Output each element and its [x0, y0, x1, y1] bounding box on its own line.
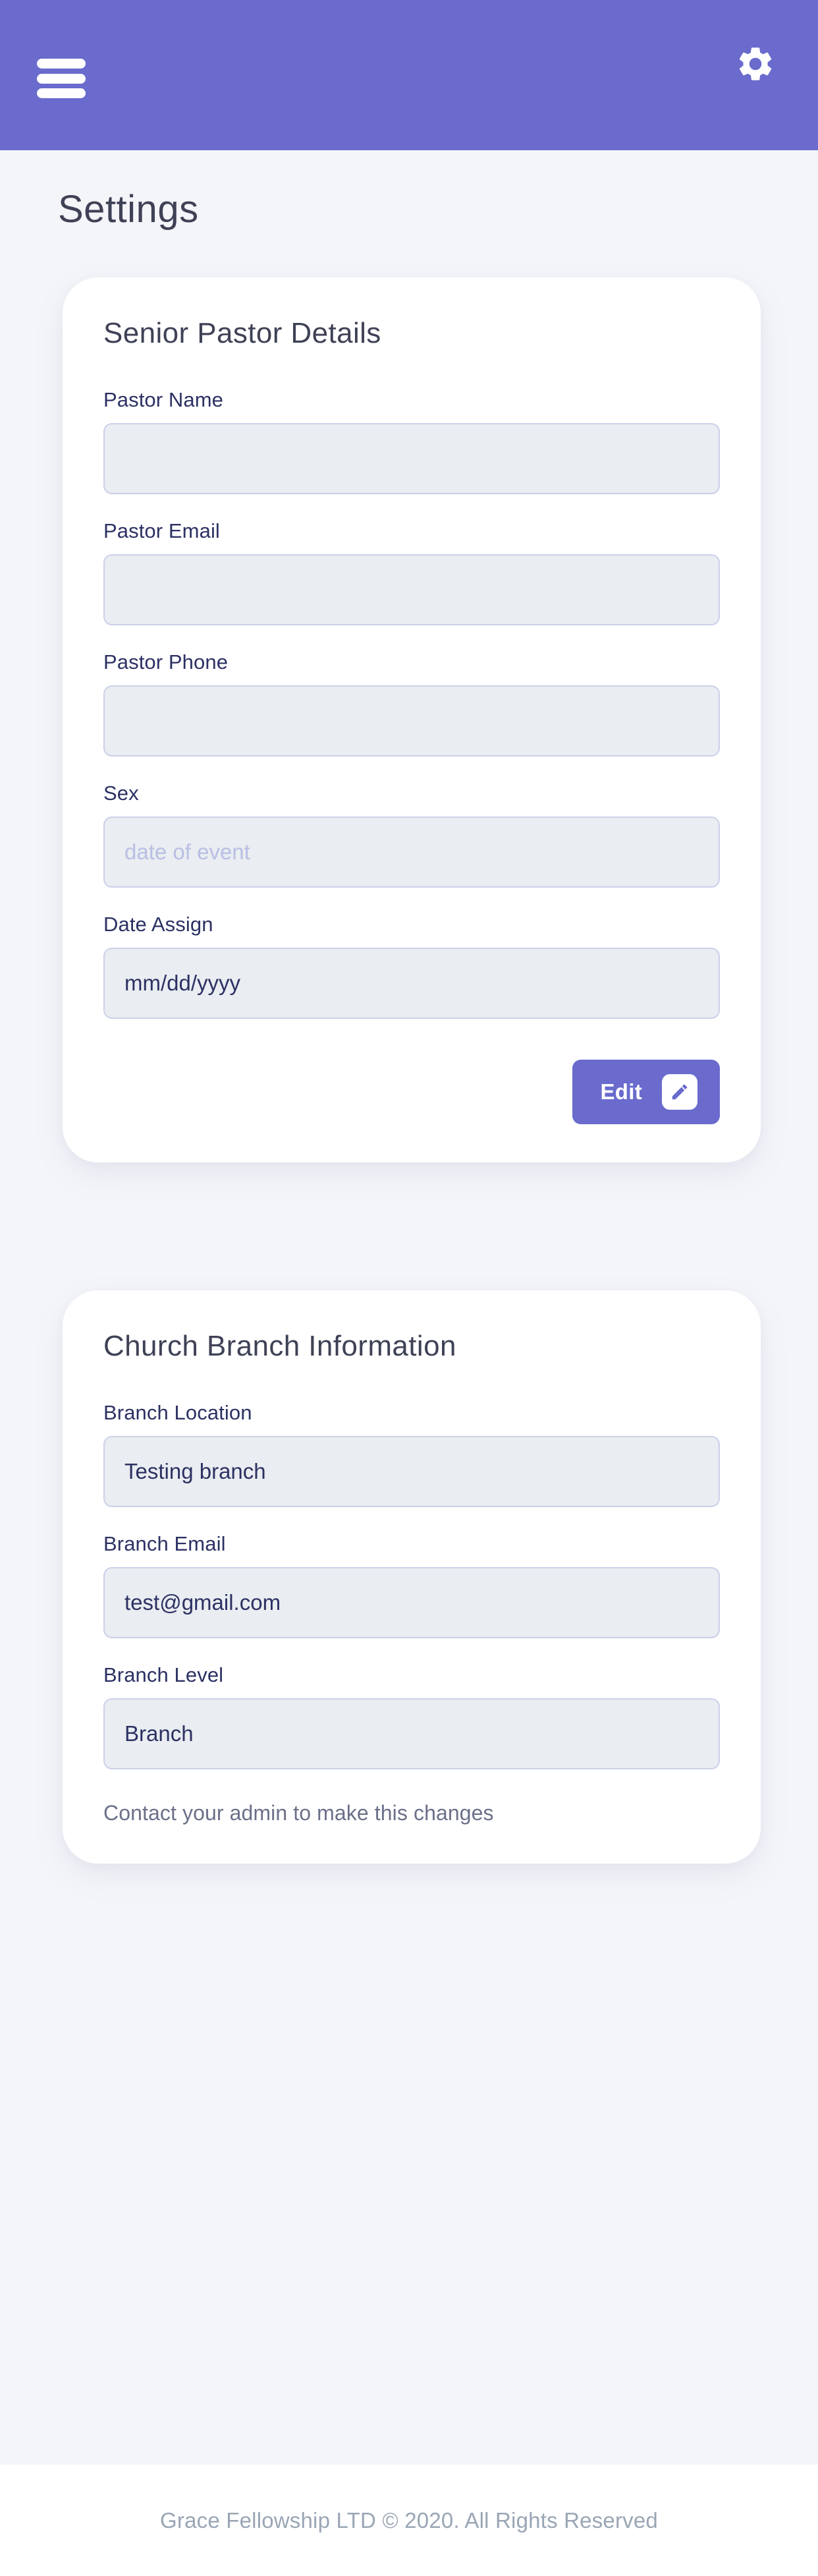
- branch-location-input[interactable]: [103, 1436, 720, 1507]
- edit-button[interactable]: Edit: [572, 1060, 720, 1124]
- field-branch-level: Branch Level: [103, 1663, 720, 1769]
- card-title: Senior Pastor Details: [103, 317, 381, 349]
- branch-level-input[interactable]: [103, 1698, 720, 1769]
- page-title: Settings: [58, 188, 199, 231]
- field-pastor-phone: Pastor Phone: [103, 650, 720, 757]
- page-footer: Grace Fellowship LTD © 2020. All Rights …: [0, 2465, 818, 2576]
- field-label: Branch Email: [103, 1532, 226, 1555]
- card-title: Church Branch Information: [103, 1330, 456, 1362]
- branch-email-input[interactable]: [103, 1567, 720, 1638]
- pencil-edit-icon: [662, 1074, 697, 1110]
- admin-contact-note: Contact your admin to make this changes: [103, 1801, 494, 1825]
- hamburger-bar: [37, 73, 86, 84]
- settings-page: Settings Senior Pastor Details Pastor Na…: [0, 0, 818, 2576]
- footer-copyright: Grace Fellowship LTD © 2020. All Rights …: [160, 2507, 658, 2533]
- field-label: Branch Location: [103, 1401, 252, 1424]
- church-branch-information-card: Church Branch Information Branch Locatio…: [63, 1290, 761, 1864]
- edit-button-label: Edit: [600, 1079, 642, 1104]
- field-label: Pastor Phone: [103, 650, 229, 673]
- pastor-phone-input[interactable]: [103, 685, 720, 757]
- hamburger-bar: [37, 59, 86, 69]
- sex-input[interactable]: [103, 816, 720, 888]
- pastor-email-input[interactable]: [103, 554, 720, 625]
- field-label: Date Assign: [103, 913, 213, 936]
- date-assign-input[interactable]: [103, 948, 720, 1019]
- field-pastor-email: Pastor Email: [103, 519, 720, 625]
- field-pastor-name: Pastor Name: [103, 388, 720, 494]
- field-date-assign: Date Assign: [103, 913, 720, 1019]
- card-actions: Edit: [103, 1060, 720, 1124]
- app-header: [0, 0, 818, 150]
- pastor-name-input[interactable]: [103, 423, 720, 494]
- field-branch-location: Branch Location: [103, 1401, 720, 1507]
- field-sex: Sex: [103, 782, 720, 888]
- hamburger-menu-icon[interactable]: [37, 59, 86, 98]
- field-label: Sex: [103, 782, 139, 805]
- field-branch-email: Branch Email: [103, 1532, 720, 1638]
- field-label: Branch Level: [103, 1663, 224, 1686]
- senior-pastor-details-card: Senior Pastor Details Pastor Name Pastor…: [63, 277, 761, 1162]
- field-label: Pastor Email: [103, 519, 220, 542]
- gear-icon[interactable]: [728, 37, 782, 91]
- field-label: Pastor Name: [103, 388, 223, 411]
- settings-content: Senior Pastor Details Pastor Name Pastor…: [0, 231, 818, 2465]
- hamburger-bar: [37, 88, 86, 98]
